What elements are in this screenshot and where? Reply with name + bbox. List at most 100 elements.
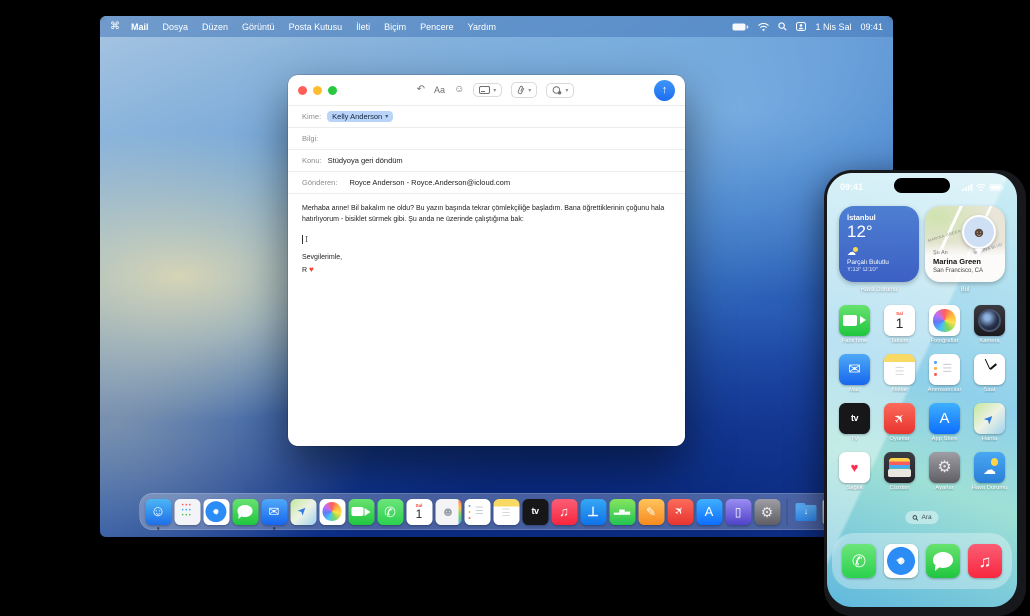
search-label: Ara — [921, 514, 931, 521]
home-search-pill[interactable]: Ara — [905, 511, 938, 524]
menu-goruntu[interactable]: Görüntü — [235, 22, 282, 32]
tv-app-icon[interactable]: tv — [522, 499, 548, 525]
saglik-app-icon[interactable]: ♥Sağlık — [839, 452, 870, 491]
arcade-app-icon[interactable]: ✈ — [667, 499, 693, 525]
menu-dosya[interactable]: Dosya — [156, 22, 196, 32]
minimize-button[interactable] — [313, 86, 322, 95]
keynote-app-icon[interactable]: ⊥ — [580, 499, 606, 525]
zoom-button[interactable] — [328, 86, 337, 95]
finder-tile: ☺ — [145, 499, 171, 525]
menu-posta-kutusu[interactable]: Posta Kutusu — [282, 22, 350, 32]
photos-app-icon[interactable] — [319, 499, 345, 525]
kamera-app-icon[interactable]: Kamera — [974, 305, 1005, 344]
notlar-app-icon[interactable]: ☰Notlar — [884, 354, 915, 393]
launchpad-app-icon[interactable]: ••• — [174, 499, 200, 525]
app-store-app-icon[interactable]: A — [696, 499, 722, 525]
animsaticilar-app-icon[interactable]: ☰Anımsatıcılar — [929, 354, 960, 393]
mail-app-icon[interactable]: ✉ — [261, 499, 287, 525]
header-fields-button[interactable]: ▾ — [473, 83, 502, 97]
from-field[interactable]: Gönderen: Royce Anderson - Royce.Anderso… — [288, 172, 685, 194]
menu-bar-date[interactable]: 1 Nis Sal — [815, 22, 851, 32]
contacts-app-icon[interactable]: ☻ — [435, 499, 461, 525]
undo-icon[interactable]: ↶ — [417, 85, 425, 95]
harita-app-icon[interactable]: ➤ Harita — [974, 403, 1005, 442]
fotograflar-app-icon[interactable]: Fotoğraflar — [929, 305, 960, 344]
user-switch-icon[interactable] — [796, 22, 806, 31]
compose-toolbar: ↶ Aa ☺ ▾ ▾ — [417, 82, 575, 98]
subject-field[interactable]: Konu: Stüdyoya geri döndüm — [288, 150, 685, 172]
send-button[interactable]: ↑ — [654, 80, 675, 101]
menu-yardim[interactable]: Yardım — [461, 22, 503, 32]
oyunlar-app-icon[interactable]: ✈Oyunlar — [884, 403, 915, 442]
partly-cloudy-icon: ☁ — [847, 249, 858, 257]
emoji-icon[interactable]: ☺ — [454, 85, 464, 95]
finder-app-icon[interactable]: ☺ — [145, 499, 171, 525]
harita-tile: ➤ — [974, 403, 1005, 434]
weather-widget[interactable]: İstanbul 12° ☁ Parçalı Bulutlu Y:13° D:1… — [839, 206, 919, 282]
iphone-status-bar: 09:41 — [827, 179, 1017, 195]
ayarlar-tile: ⚙ — [929, 452, 960, 483]
safari-app-icon[interactable]: ➤ — [884, 544, 918, 578]
insert-media-button[interactable]: ▾ — [546, 83, 574, 98]
contacts-glyph-icon: ☻ — [441, 505, 455, 518]
ibeam-cursor-icon: I — [305, 234, 308, 246]
messages-app-icon[interactable] — [232, 499, 258, 525]
wifi-icon[interactable] — [758, 23, 769, 31]
cc-field[interactable]: Bilgi: — [288, 128, 685, 150]
numbers-app-icon[interactable]: ▂▅▃ — [609, 499, 635, 525]
app-store-tile: A — [696, 499, 722, 525]
iphone-mirroring-app-icon[interactable]: ▯ — [725, 499, 751, 525]
ayarlar-app-icon[interactable]: ⚙Ayarlar — [929, 452, 960, 491]
telefon-app-icon[interactable]: ✆ — [842, 544, 876, 578]
findmy-widget[interactable]: MARINA GREEN DR MARINA BLVD ☻ Şu An Mari… — [925, 206, 1005, 282]
close-button[interactable] — [298, 86, 307, 95]
menu-mail[interactable]: Mail — [124, 22, 156, 32]
menu-duzen[interactable]: Düzen — [195, 22, 235, 32]
cuzdan-app-icon[interactable]: Cüzdan — [884, 452, 915, 491]
facetime-app-icon[interactable]: FaceTime — [839, 305, 870, 344]
format-button[interactable]: Aa — [434, 86, 445, 95]
reminders-app-icon[interactable]: ☰ — [464, 499, 490, 525]
mesajlar-app-icon[interactable] — [926, 544, 960, 578]
insert-photo-icon — [552, 86, 562, 95]
dock: ☺•••➤✉➤✆Sal1☻☰☰tv♫⊥▂▅▃✎✈A▯⚙↓ — [139, 493, 854, 530]
app-store-app-icon[interactable]: AApp Store — [929, 403, 960, 442]
phone-app-icon[interactable]: ✆ — [377, 499, 403, 525]
recipient-token[interactable]: Kelly Anderson ▾ — [327, 111, 393, 122]
battery-icon — [732, 23, 749, 31]
facetime-app-icon[interactable] — [348, 499, 374, 525]
settings-app-icon[interactable]: ⚙ — [754, 499, 780, 525]
animsaticilar-label: Anımsatıcılar — [928, 387, 962, 393]
saat-app-icon[interactable]: Saat — [974, 354, 1005, 393]
memoji-avatar: ☻ — [962, 215, 996, 249]
menu-ileti[interactable]: İleti — [349, 22, 377, 32]
phone-tile: ✆ — [377, 499, 403, 525]
muzik-app-icon[interactable]: ♫ — [968, 544, 1002, 578]
message-body[interactable]: Merhaba anne! Bil bakalım ne oldu? Bu ya… — [288, 194, 685, 446]
notes-app-icon[interactable]: ☰ — [493, 499, 519, 525]
maps-app-icon[interactable]: ➤ — [290, 499, 316, 525]
menu-bar-clock[interactable]: 09:41 — [860, 22, 883, 32]
menu-pencere[interactable]: Pencere — [413, 22, 461, 32]
hava-durumu-app-icon[interactable]: ☁Hava Durumu — [974, 452, 1005, 491]
mail-tile: ✉ — [261, 499, 287, 525]
calendar-app-icon[interactable]: Sal1 — [406, 499, 432, 525]
music-app-icon[interactable]: ♫ — [551, 499, 577, 525]
to-field[interactable]: Kime: Kelly Anderson ▾ — [288, 106, 685, 128]
tv-app-icon[interactable]: tvTV — [839, 403, 870, 442]
safari-app-icon[interactable]: ➤ — [203, 499, 229, 525]
spotlight-search-icon[interactable] — [778, 22, 787, 31]
attach-button[interactable]: ▾ — [511, 82, 537, 98]
downloads-app-icon[interactable]: ↓ — [793, 499, 819, 525]
pages-app-icon[interactable]: ✎ — [638, 499, 664, 525]
apple-menu-icon[interactable]: ⌘ — [110, 21, 120, 32]
menu-bicim[interactable]: Biçim — [377, 22, 413, 32]
takvim-app-icon[interactable]: Sal1Takvim — [884, 305, 915, 344]
from-value: Royce Anderson - Royce.Anderson@icloud.c… — [349, 178, 510, 187]
mail-app-icon[interactable]: ✉Mail — [839, 354, 870, 393]
saglik-label: Sağlık — [846, 485, 862, 491]
mail-compose-window: ↶ Aa ☺ ▾ ▾ — [288, 75, 685, 446]
mail-tile: ✉ — [839, 354, 870, 385]
iphone-mirroring-glyph-icon: ▯ — [735, 506, 742, 518]
harita-label: Harita — [982, 436, 997, 442]
